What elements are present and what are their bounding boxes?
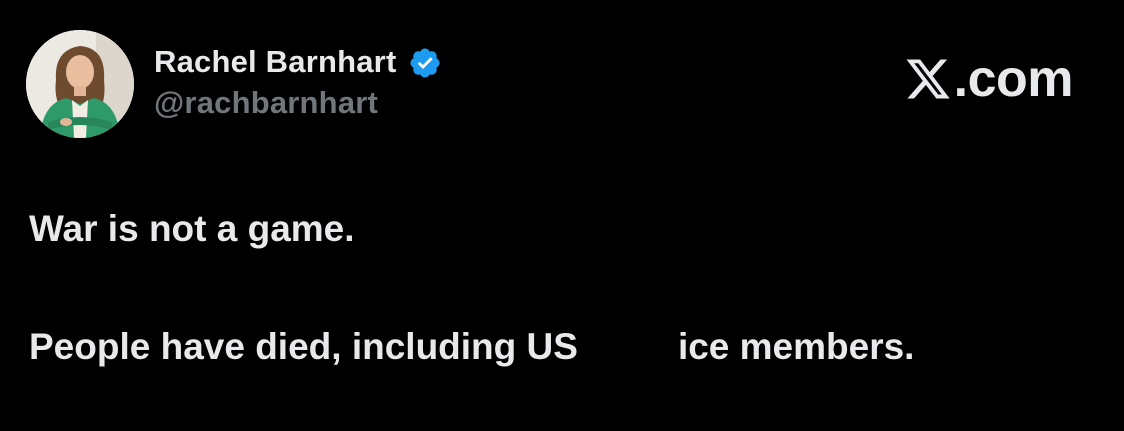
display-name[interactable]: Rachel Barnhart xyxy=(154,44,396,80)
handle[interactable]: @rachbarnhart xyxy=(154,85,442,121)
brand-text: .com xyxy=(953,50,1074,108)
tweet-line-2-part-2: ice members. xyxy=(677,326,915,367)
tweet-line-1: War is not a game. xyxy=(29,208,355,249)
author-block: Rachel Barnhart @rachbarnhart xyxy=(154,40,442,121)
x-logo-icon xyxy=(904,55,952,103)
verified-badge-icon xyxy=(408,46,442,80)
avatar-photo xyxy=(26,30,134,138)
tweet-line-2-part-1: People have died, including US xyxy=(29,326,578,367)
tweet-card: Rachel Barnhart @rachbarnhart .com War i… xyxy=(0,0,1124,431)
avatar[interactable] xyxy=(26,30,134,138)
brand-watermark: .com xyxy=(904,50,1074,108)
tweet-line-2: People have died, including US ice member… xyxy=(29,323,1089,371)
name-row: Rachel Barnhart xyxy=(154,40,442,84)
tweet-text: War is not a game. People have died, inc… xyxy=(29,205,1089,371)
